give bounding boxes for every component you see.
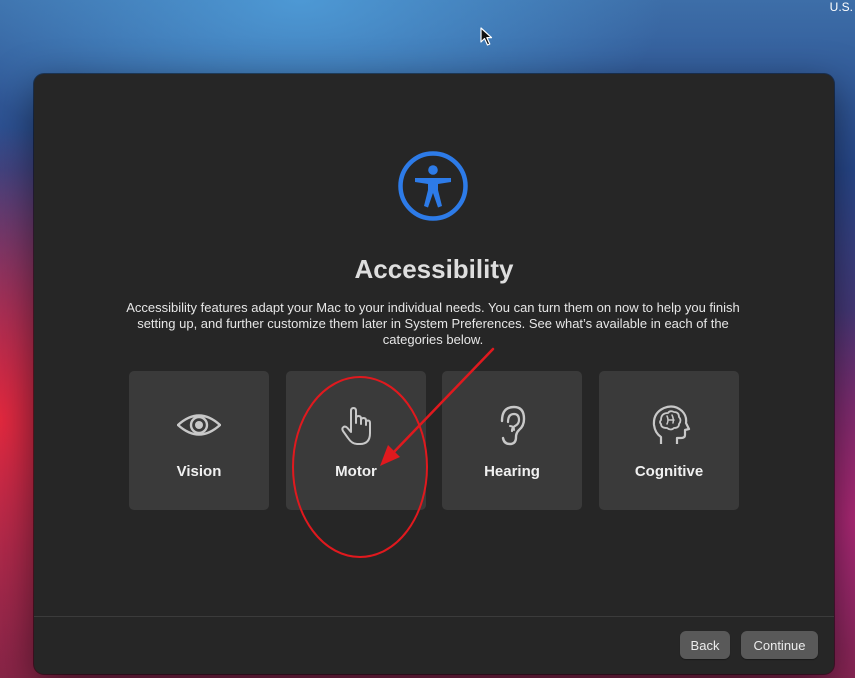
hand-pointer-icon (341, 407, 371, 445)
head-brain-icon (652, 405, 691, 444)
setup-assistant-window: Accessibility Accessibility features ada… (34, 74, 834, 674)
category-vision-button[interactable]: Vision (129, 371, 269, 510)
category-motor-label: Motor (335, 463, 377, 480)
page-description: Accessibility features adapt your Mac to… (126, 300, 740, 347)
footer-divider (34, 616, 834, 617)
ear-icon (500, 405, 526, 446)
category-motor-button[interactable]: Motor (286, 371, 426, 510)
category-vision-label: Vision (176, 463, 222, 480)
mouse-pointer-icon (480, 27, 493, 46)
page-title: Accessibility (354, 254, 514, 284)
category-cognitive-label: Cognitive (634, 463, 704, 480)
continue-button[interactable]: Continue (741, 631, 818, 659)
eye-icon (177, 414, 221, 436)
category-hearing-label: Hearing (484, 463, 540, 480)
input-source-menu[interactable]: U.S. (828, 0, 855, 14)
category-hearing-button[interactable]: Hearing (442, 371, 582, 510)
category-cognitive-button[interactable]: Cognitive (599, 371, 739, 510)
accessibility-icon (398, 151, 468, 221)
back-button[interactable]: Back (680, 631, 730, 659)
